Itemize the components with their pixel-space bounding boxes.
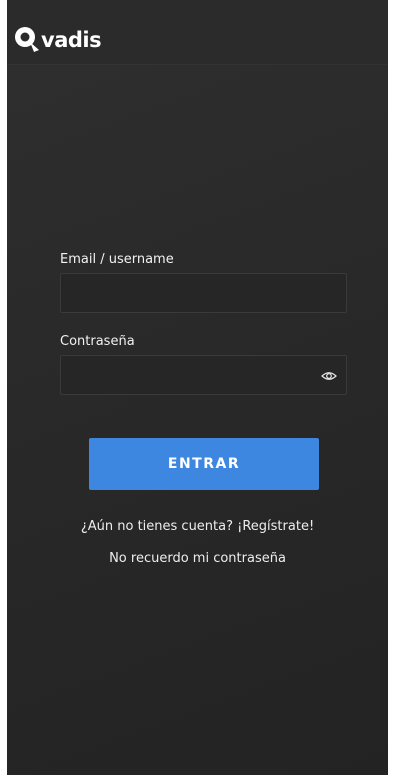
login-button[interactable]: ENTRAR xyxy=(89,438,319,490)
eye-icon[interactable] xyxy=(321,368,337,384)
logo[interactable]: vadis xyxy=(12,19,102,59)
password-label: Contraseña xyxy=(60,334,135,349)
password-field[interactable] xyxy=(60,355,347,395)
q-magnifier-logo-icon xyxy=(12,24,42,54)
email-label: Email / username xyxy=(60,252,174,267)
brand-name: vadis xyxy=(41,27,102,52)
top-bar: vadis xyxy=(7,0,388,64)
register-link[interactable]: ¿Aún no tienes cuenta? ¡Regístrate! xyxy=(7,519,388,534)
app-screen: vadis Email / username Contraseña ENTRAR… xyxy=(7,0,388,775)
email-input[interactable] xyxy=(61,274,346,312)
email-field[interactable] xyxy=(60,273,347,313)
password-input[interactable] xyxy=(61,356,346,394)
forgot-password-link[interactable]: No recuerdo mi contraseña xyxy=(7,551,388,566)
